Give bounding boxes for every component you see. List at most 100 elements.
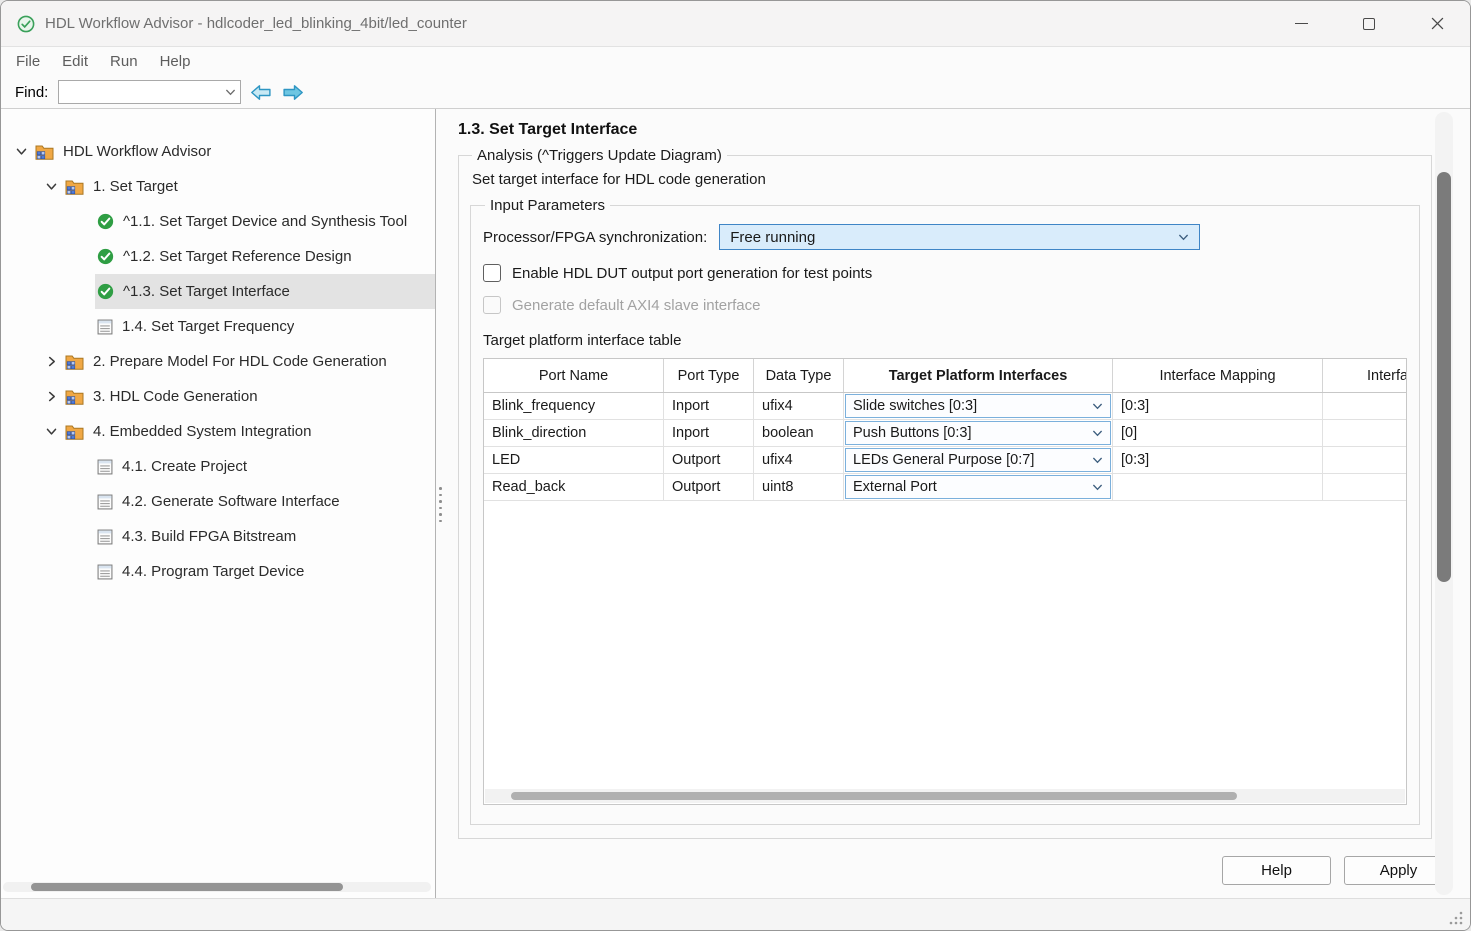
tree-item-1-3-set-target-interface[interactable]: ^1.3. Set Target Interface — [1, 274, 435, 309]
data-type-cell: ufix4 — [754, 447, 844, 473]
processor-fpga-sync-dropdown[interactable]: Free running — [719, 224, 1200, 250]
interface-mapping-cell[interactable]: [0:3] — [1113, 393, 1323, 419]
col-header-interface-truncated: Interfa — [1323, 359, 1407, 392]
tree-item-hdl-workflow-advisor[interactable]: HDL Workflow Advisor — [1, 134, 435, 169]
tree-item-3-hdl-code-generation[interactable]: 3. HDL Code Generation — [1, 379, 435, 414]
close-button[interactable] — [1414, 7, 1460, 41]
table-row-blink-direction: Blink_direction Inport boolean Push Butt… — [484, 420, 1406, 447]
workflow-tree-panel: HDL Workflow Advisor 1. Set Target ^1.1.… — [1, 109, 436, 898]
interface-cell: External Port — [844, 474, 1113, 500]
data-type-cell: uint8 — [754, 474, 844, 500]
help-button[interactable]: Help — [1222, 856, 1331, 885]
expander-down-icon[interactable] — [39, 169, 63, 204]
maximize-icon — [1363, 18, 1375, 30]
find-label: Find: — [15, 84, 48, 101]
tree-item-1-set-target[interactable]: 1. Set Target — [1, 169, 435, 204]
menu-help[interactable]: Help — [149, 53, 202, 70]
arrow-left-icon — [250, 84, 272, 101]
table-row-blink-frequency: Blink_frequency Inport ufix4 Slide switc… — [484, 393, 1406, 420]
vertical-scrollbar[interactable] — [1435, 112, 1453, 895]
tree-item-label: 4. Embedded System Integration — [93, 423, 311, 440]
port-type-cell: Outport — [664, 474, 754, 500]
truncated-cell — [1323, 420, 1407, 446]
menu-run[interactable]: Run — [99, 53, 149, 70]
axi4-slave-checkbox-label: Generate default AXI4 slave interface — [512, 297, 761, 314]
data-type-cell: boolean — [754, 420, 844, 446]
content-area: HDL Workflow Advisor 1. Set Target ^1.1.… — [1, 109, 1470, 898]
task-description: Set target interface for HDL code genera… — [472, 171, 1420, 188]
find-input[interactable] — [65, 84, 225, 100]
bottom-bar — [1, 898, 1470, 931]
interface-mapping-cell[interactable]: [0] — [1113, 420, 1323, 446]
interface-dropdown-blink-direction[interactable]: Push Buttons [0:3] — [845, 421, 1111, 445]
interface-dropdown-blink-frequency[interactable]: Slide switches [0:3] — [845, 394, 1111, 418]
workflow-folder-icon — [65, 389, 84, 405]
expander-down-icon[interactable] — [9, 134, 33, 169]
expander-right-icon[interactable] — [39, 344, 63, 379]
workflow-folder-icon — [65, 424, 84, 440]
tree-horizontal-scrollbar[interactable] — [3, 882, 431, 892]
tree-item-label: ^1.3. Set Target Interface — [123, 283, 290, 300]
menu-file[interactable]: File — [5, 53, 51, 70]
tree-item-4-1-create-project[interactable]: 4.1. Create Project — [1, 449, 435, 484]
find-next-button[interactable] — [281, 83, 305, 102]
port-type-cell: Inport — [664, 420, 754, 446]
find-dropdown-chevron-icon[interactable] — [225, 89, 236, 96]
tree-item-4-embedded-system-integration[interactable]: 4. Embedded System Integration — [1, 414, 435, 449]
expander-right-icon[interactable] — [39, 379, 63, 414]
interface-mapping-cell[interactable]: [0:3] — [1113, 447, 1323, 473]
find-combobox[interactable] — [58, 80, 241, 104]
col-header-data-type: Data Type — [754, 359, 844, 392]
col-header-port-type: Port Type — [664, 359, 754, 392]
hdl-workflow-advisor-window: HDL Workflow Advisor - hdlcoder_led_blin… — [0, 0, 1471, 931]
truncated-cell — [1323, 393, 1407, 419]
arrow-right-icon — [282, 84, 304, 101]
port-name-cell: Blink_frequency — [484, 393, 664, 419]
chevron-down-icon — [1092, 430, 1103, 437]
col-header-port-name: Port Name — [484, 359, 664, 392]
panel-splitter-handle[interactable] — [439, 487, 442, 522]
interface-dropdown-read-back[interactable]: External Port — [845, 475, 1111, 499]
vertical-scrollbar-thumb[interactable] — [1437, 172, 1451, 582]
tree-item-label: 3. HDL Code Generation — [93, 388, 258, 405]
target-platform-interface-table: Port Name Port Type Data Type Target Pla… — [483, 358, 1407, 805]
col-header-interface-mapping: Interface Mapping — [1113, 359, 1323, 392]
tree-horizontal-scrollbar-thumb[interactable] — [31, 883, 343, 891]
menu-edit[interactable]: Edit — [51, 53, 99, 70]
resize-grip[interactable] — [1449, 910, 1464, 925]
report-icon — [97, 319, 113, 335]
chevron-down-icon — [1178, 234, 1189, 241]
app-icon — [17, 15, 35, 33]
interface-dropdown-value: Push Buttons [0:3] — [853, 425, 1086, 441]
chevron-down-icon — [1092, 403, 1103, 410]
test-points-checkbox[interactable] — [483, 264, 501, 282]
tree-item-1-1-set-target-device-and-synthesis-tool[interactable]: ^1.1. Set Target Device and Synthesis To… — [1, 204, 435, 239]
tree-item-2-prepare-model[interactable]: 2. Prepare Model For HDL Code Generation — [1, 344, 435, 379]
port-type-cell: Inport — [664, 393, 754, 419]
tree-item-4-2-generate-software-interface[interactable]: 4.2. Generate Software Interface — [1, 484, 435, 519]
port-name-cell: LED — [484, 447, 664, 473]
tree-item-4-3-build-fpga-bitstream[interactable]: 4.3. Build FPGA Bitstream — [1, 519, 435, 554]
expander-down-icon[interactable] — [39, 414, 63, 449]
tree-item-label: 4.2. Generate Software Interface — [122, 493, 340, 510]
axi4-slave-checkbox — [483, 296, 501, 314]
truncated-cell — [1323, 447, 1407, 473]
interface-dropdown-led[interactable]: LEDs General Purpose [0:7] — [845, 448, 1111, 472]
table-horizontal-scrollbar[interactable] — [485, 789, 1405, 803]
analysis-group-legend: Analysis (^Triggers Update Diagram) — [472, 147, 727, 164]
workflow-folder-icon — [65, 179, 84, 195]
test-points-checkbox-label: Enable HDL DUT output port generation fo… — [512, 265, 872, 282]
find-previous-button[interactable] — [249, 83, 273, 102]
minimize-button[interactable] — [1278, 7, 1324, 41]
table-row-led: LED Outport ufix4 LEDs General Purpose [… — [484, 447, 1406, 474]
tree-item-1-4-set-target-frequency[interactable]: 1.4. Set Target Frequency — [1, 309, 435, 344]
col-header-target-platform-interfaces: Target Platform Interfaces — [844, 359, 1113, 392]
maximize-button[interactable] — [1346, 7, 1392, 41]
tree-item-1-2-set-target-reference-design[interactable]: ^1.2. Set Target Reference Design — [1, 239, 435, 274]
report-icon — [97, 459, 113, 475]
interface-mapping-cell[interactable] — [1113, 474, 1323, 500]
table-horizontal-scrollbar-thumb[interactable] — [511, 792, 1237, 800]
data-type-cell: ufix4 — [754, 393, 844, 419]
close-icon — [1431, 17, 1444, 30]
tree-item-4-4-program-target-device[interactable]: 4.4. Program Target Device — [1, 554, 435, 589]
